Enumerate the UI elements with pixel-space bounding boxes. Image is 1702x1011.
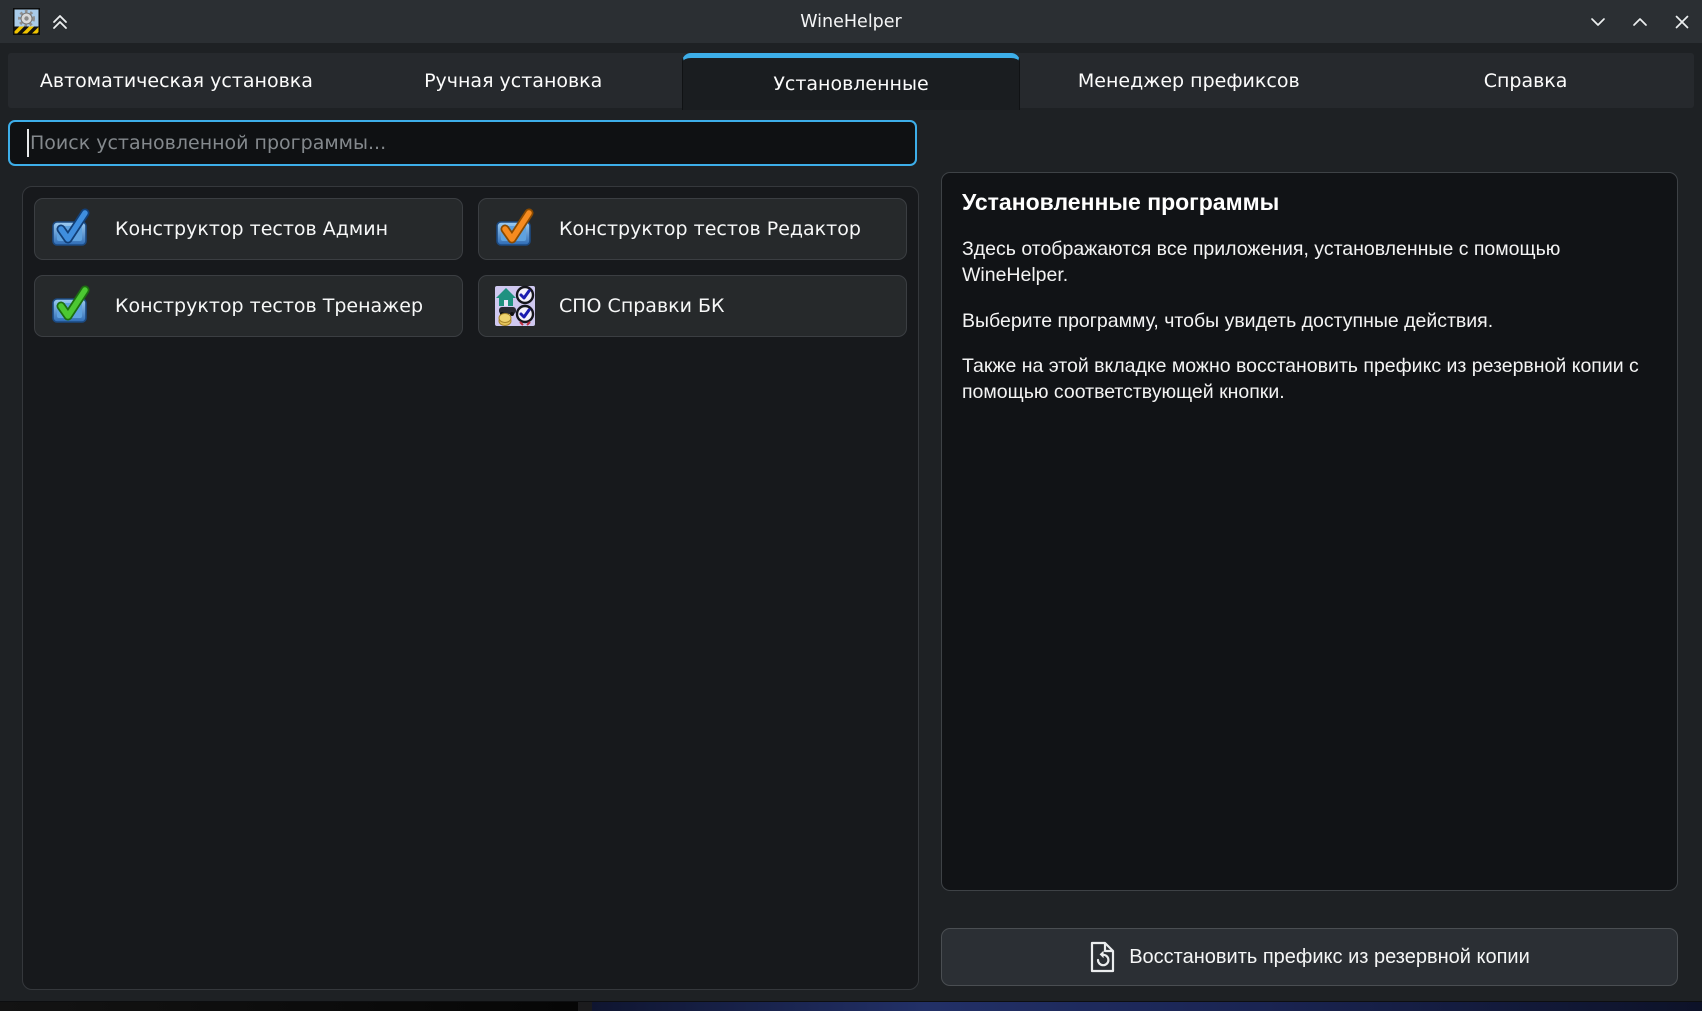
spo-spravki-bk-icon [493,284,537,328]
taskbar-highlight-segment [592,1002,1702,1011]
restore-prefix-button-label: Восстановить префикс из резервной копии [1129,946,1530,969]
taskbar-sliver [0,1002,1702,1011]
program-label: СПО Справки БК [559,295,725,317]
search-field-wrapper [8,120,917,166]
winehelper-window: WineHelper Автоматическая установка [0,0,1702,1002]
info-paragraph: Выберите программу, чтобы увидеть доступ… [962,308,1657,334]
checkbox-blue-icon [49,207,93,251]
program-label: Конструктор тестов Тренажер [115,295,423,317]
chevron-up-icon [1629,11,1651,33]
tab-bar: Автоматическая установка Ручная установк… [8,53,1694,108]
checkbox-green-icon [49,284,93,328]
restore-backup-document-icon [1089,941,1115,973]
restore-prefix-button[interactable]: Восстановить префикс из резервной копии [941,928,1678,986]
installed-programs-panel: Конструктор тестов Админ Конструктор тес… [22,186,919,990]
taskbar-separator [578,1002,592,1011]
info-panel-title: Установленные программы [962,189,1657,216]
tab-help[interactable]: Справка [1357,53,1694,108]
program-button-spo-spravki-bk[interactable]: СПО Справки БК [478,275,907,337]
program-label: Конструктор тестов Админ [115,218,388,240]
close-icon [1671,11,1693,33]
tab-prefix-manager[interactable]: Менеджер префиксов [1020,53,1357,108]
minimize-button[interactable] [1586,10,1610,34]
titlebar[interactable]: WineHelper [0,0,1702,43]
tab-auto-install[interactable]: Автоматическая установка [8,53,345,108]
maximize-button[interactable] [1628,10,1652,34]
close-button[interactable] [1670,10,1694,34]
search-input[interactable] [8,120,917,166]
tab-manual-install[interactable]: Ручная установка [345,53,682,108]
window-title: WineHelper [0,0,1702,43]
window-controls [1586,0,1694,43]
checkbox-orange-icon [493,207,537,251]
text-caret [27,129,29,157]
program-button-konstruktor-redaktor[interactable]: Конструктор тестов Редактор [478,198,907,260]
program-button-konstruktor-trenazher[interactable]: Конструктор тестов Тренажер [34,275,463,337]
program-button-konstruktor-admin[interactable]: Конструктор тестов Админ [34,198,463,260]
info-paragraph: Также на этой вкладке можно восстановить… [962,353,1657,406]
info-paragraph: Здесь отображаются все приложения, устан… [962,236,1657,289]
program-label: Конструктор тестов Редактор [559,218,861,240]
chevron-down-icon [1587,11,1609,33]
taskbar-dark-segment [0,1002,578,1011]
info-panel: Установленные программы Здесь отображают… [941,172,1678,891]
tab-installed[interactable]: Установленные [682,53,1021,110]
